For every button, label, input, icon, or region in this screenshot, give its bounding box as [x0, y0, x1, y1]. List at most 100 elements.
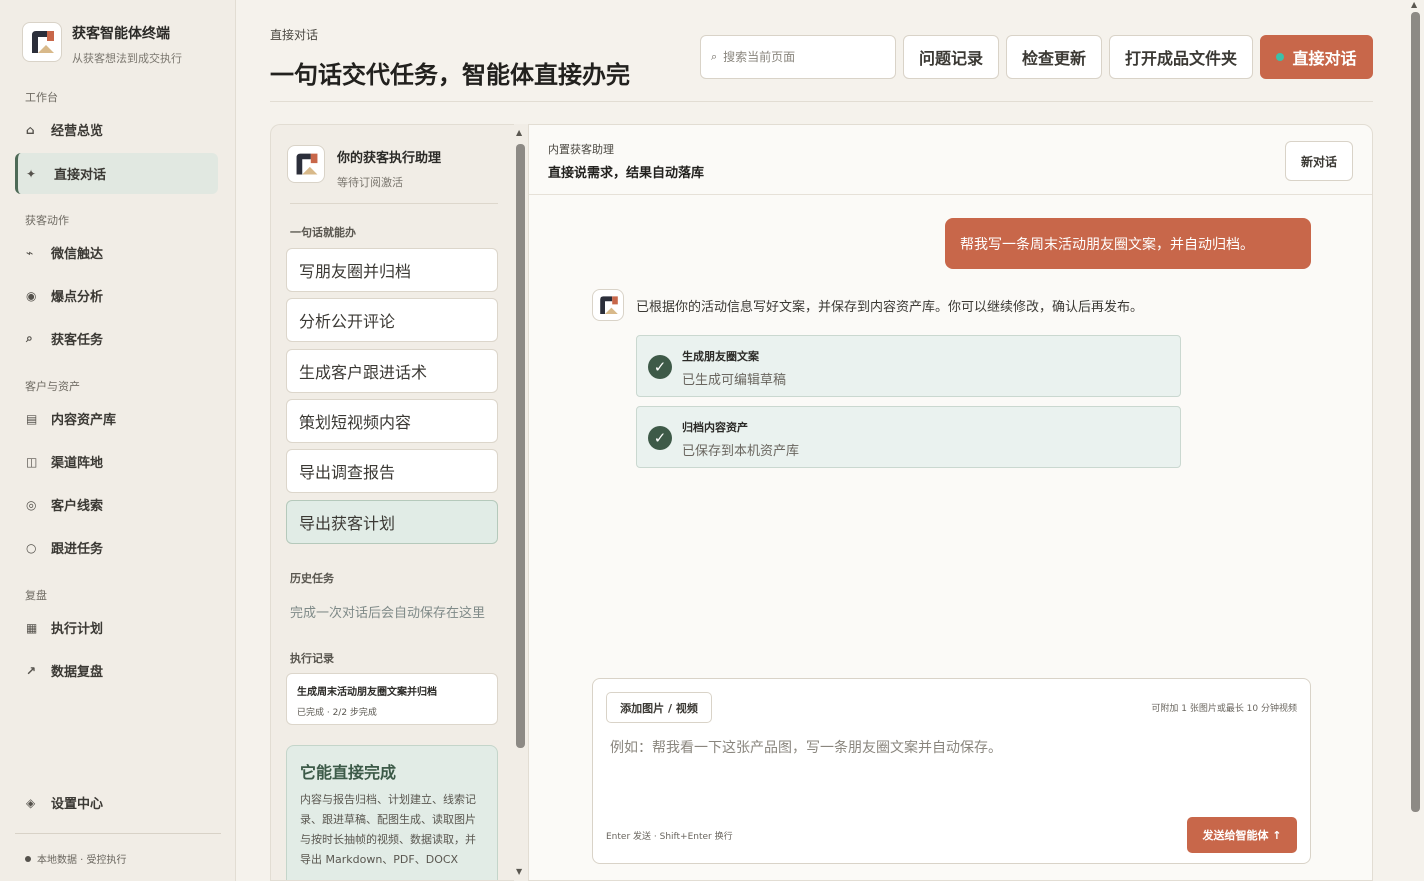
nav-section-acquisition: 获客动作: [25, 214, 69, 227]
assistant-state: 等待订阅激活: [337, 176, 403, 189]
panel-divider: [290, 203, 498, 204]
capability-card: 它能直接完成 内容与报告归档、计划建立、线索记录、跟进草稿、配图生成、读取图片与…: [286, 745, 498, 880]
nav-section-workbench: 工作台: [25, 91, 58, 104]
sidebar-item-label: 数据复盘: [51, 665, 104, 680]
bot-avatar: [592, 289, 624, 321]
step-desc: 已生成可编辑草稿: [682, 373, 787, 388]
sidebar-item-label: 设置中心: [51, 797, 104, 812]
quick-action-survey-report[interactable]: 导出调查报告: [286, 449, 498, 493]
scroll-down-icon[interactable]: ▼: [516, 867, 522, 876]
page-scrollbar[interactable]: [1411, 12, 1420, 812]
status-text: 本地数据 · 受控执行: [37, 855, 127, 866]
chat-eyebrow: 内置获客助理: [548, 143, 614, 156]
check-icon: ✓: [648, 355, 672, 379]
sidebar-item-label: 直接对话: [54, 168, 107, 183]
bot-message: 已根据你的活动信息写好文案，并保存到内容资产库。你可以继续修改，确认后再发布。: [636, 300, 1144, 315]
nav-section-customers: 客户与资产: [25, 380, 80, 393]
sidebar-item-label: 获客任务: [51, 333, 104, 348]
search-input[interactable]: [723, 50, 884, 64]
quick-action-acquisition-plan[interactable]: 导出获客计划: [286, 500, 498, 544]
issues-button[interactable]: 问题记录: [903, 35, 999, 79]
composer: 添加图片 / 视频 可附加 1 张图片或最长 10 分钟视频 Enter 发送 …: [592, 678, 1311, 864]
sidebar-item-content-library[interactable]: ▤ 内容资产库: [15, 398, 218, 439]
user-message: 帮我写一条周末活动朋友圈文案，并自动归档。: [945, 218, 1311, 269]
task-panel: 你的获客执行助理 等待订阅激活 一句话就能办 写朋友圈并归档 分析公开评论 生成…: [270, 124, 514, 881]
sidebar-item-followups[interactable]: ○ 跟进任务: [15, 527, 218, 568]
nav-section-review: 复盘: [25, 589, 47, 602]
target-icon: ◉: [26, 288, 37, 303]
page-title: 一句话交代任务，智能体直接办完: [270, 61, 630, 89]
sidebar-item-tasks[interactable]: ⌕ 获客任务: [15, 318, 218, 359]
assistant-card: 你的获客执行助理 等待订阅激活: [287, 145, 441, 190]
sidebar-item-hotspot[interactable]: ◉ 爆点分析: [15, 275, 218, 316]
columns-icon: ◫: [26, 454, 38, 469]
search-icon: ⌕: [711, 50, 718, 63]
attach-media-button[interactable]: 添加图片 / 视频: [606, 692, 712, 723]
sidebar-item-leads[interactable]: ◎ 客户线索: [15, 484, 218, 525]
app-logo: [22, 22, 62, 62]
sidebar-item-label: 渠道阵地: [51, 456, 104, 471]
direct-chat-label: 直接对话: [1292, 49, 1357, 68]
search-box[interactable]: ⌕: [700, 35, 896, 79]
sidebar-item-direct-chat[interactable]: ✦ 直接对话: [15, 153, 218, 194]
grid-icon: ▦: [26, 620, 38, 635]
diamond-icon: ◈: [26, 795, 36, 810]
attach-hint: 可附加 1 张图片或最长 10 分钟视频: [1151, 704, 1297, 714]
sidebar-item-channels[interactable]: ◫ 渠道阵地: [15, 441, 218, 482]
status-dot-icon: [25, 855, 31, 862]
panel-scroll-thumb[interactable]: [516, 144, 525, 748]
sidebar-item-wechat[interactable]: ⌁ 微信触达: [15, 232, 218, 273]
scroll-up-icon[interactable]: ▲: [516, 128, 522, 137]
brand: 获客智能体终端 从获客想法到成交执行: [22, 22, 182, 66]
keyboard-hint: Enter 发送 · Shift+Enter 换行: [606, 832, 733, 842]
sidebar-item-label: 客户线索: [51, 499, 104, 514]
check-update-button[interactable]: 检查更新: [1006, 35, 1102, 79]
execution-record[interactable]: 生成周末活动朋友圈文案并归档 已完成 · 2/2 步完成: [286, 673, 498, 725]
sparkle-icon: ✦: [26, 166, 37, 181]
quick-actions-heading: 一句话就能办: [290, 226, 356, 239]
dot-circle-icon: ◎: [26, 497, 37, 512]
step-card: ✓ 生成朋友圈文案 已生成可编辑草稿: [636, 335, 1181, 397]
header-divider: [270, 101, 1373, 102]
sidebar-item-label: 内容资产库: [51, 413, 117, 428]
online-dot-icon: [1276, 53, 1285, 61]
circle-icon: ○: [26, 540, 37, 555]
sidebar-item-label: 爆点分析: [51, 290, 104, 305]
brand-title: 获客智能体终端: [72, 26, 170, 42]
quick-action-followup-script[interactable]: 生成客户跟进话术: [286, 349, 498, 393]
assistant-name: 你的获客执行助理: [337, 151, 442, 166]
record-title: 生成周末活动朋友圈文案并归档: [297, 687, 437, 698]
open-folder-button[interactable]: 打开成品文件夹: [1109, 35, 1253, 79]
sidebar-item-label: 执行计划: [51, 622, 104, 637]
capability-desc: 内容与报告归档、计划建立、线索记录、跟进草稿、配图生成、读取图片与按时长抽帧的视…: [300, 793, 476, 866]
trend-icon: ↗: [26, 663, 37, 678]
history-heading: 历史任务: [290, 572, 334, 585]
sidebar-item-label: 微信触达: [51, 247, 104, 262]
search-icon: ⌕: [26, 331, 33, 345]
sidebar-item-label: 经营总览: [51, 124, 104, 139]
new-chat-button[interactable]: 新对话: [1285, 141, 1353, 181]
page-eyebrow: 直接对话: [270, 28, 319, 42]
records-heading: 执行记录: [290, 652, 334, 665]
step-desc: 已保存到本机资产库: [682, 444, 800, 459]
sidebar-item-settings[interactable]: ◈ 设置中心: [15, 782, 218, 823]
home-icon: ⌂: [26, 122, 35, 137]
quick-action-comments[interactable]: 分析公开评论: [286, 298, 498, 342]
send-button[interactable]: 发送给智能体 ↑: [1187, 817, 1297, 853]
quick-action-short-video[interactable]: 策划短视频内容: [286, 399, 498, 443]
page-scroll-up-icon[interactable]: ▲: [1411, 0, 1417, 9]
message-input[interactable]: [610, 737, 1290, 807]
chat-header: 内置获客助理 直接说需求，结果自动落库 新对话: [529, 125, 1372, 195]
capability-title: 它能直接完成: [300, 763, 397, 782]
list-icon: ▤: [26, 411, 38, 426]
sidebar-item-plans[interactable]: ▦ 执行计划: [15, 607, 218, 648]
brand-subtitle: 从获客想法到成交执行: [72, 52, 182, 65]
step-title: 生成朋友圈文案: [682, 350, 759, 363]
sidebar-item-data-review[interactable]: ↗ 数据复盘: [15, 650, 218, 691]
sidebar-item-overview[interactable]: ⌂ 经营总览: [15, 109, 218, 150]
direct-chat-button[interactable]: 直接对话: [1260, 35, 1373, 79]
quick-action-moments[interactable]: 写朋友圈并归档: [286, 248, 498, 292]
sidebar-item-label: 跟进任务: [51, 542, 104, 557]
step-title: 归档内容资产: [682, 421, 748, 434]
history-empty-note: 完成一次对话后会自动保存在这里: [290, 606, 486, 621]
